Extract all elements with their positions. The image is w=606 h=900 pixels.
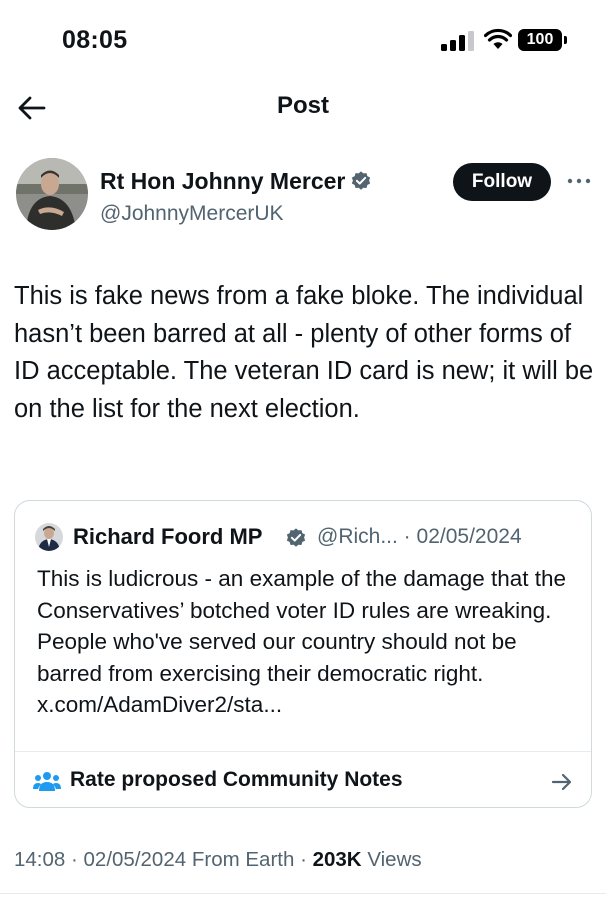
post-time[interactable]: 14:08 bbox=[14, 848, 65, 871]
battery-level: 100 bbox=[526, 31, 554, 48]
post-text: This is fake news from a fake bloke. The… bbox=[14, 282, 594, 423]
header: Post bbox=[0, 80, 606, 138]
quoted-date: 02/05/2024 bbox=[416, 525, 522, 548]
author-name-text: Rt Hon Johnny Mercer bbox=[100, 168, 346, 194]
community-notes-label: Rate proposed Community Notes bbox=[70, 768, 403, 791]
views-count[interactable]: 203K bbox=[313, 848, 362, 871]
post-date[interactable]: 02/05/2024 bbox=[84, 848, 187, 871]
people-icon bbox=[33, 772, 61, 791]
arrow-right-icon bbox=[551, 773, 572, 791]
divider bbox=[0, 893, 606, 894]
status-time: 08:05 bbox=[62, 26, 128, 54]
quoted-text: This is ludicrous - an example of the da… bbox=[37, 566, 567, 717]
page-title: Post bbox=[276, 92, 329, 119]
meta-separator: · bbox=[294, 848, 313, 871]
follow-button[interactable]: Follow bbox=[453, 163, 551, 201]
battery-icon: 100 bbox=[518, 29, 568, 51]
status-bar: 08:05 100 bbox=[0, 0, 606, 80]
verified-badge-icon bbox=[352, 171, 371, 190]
quoted-author-name: Richard Foord MP bbox=[73, 524, 263, 549]
cellular-signal-icon bbox=[441, 31, 474, 51]
quoted-meta: @Rich... · 02/05/2024 bbox=[317, 525, 522, 549]
author-name[interactable]: Rt Hon Johnny Mercer bbox=[100, 168, 372, 195]
author-handle[interactable]: @JohnnyMercerUK bbox=[100, 202, 284, 226]
wifi-icon bbox=[484, 28, 512, 49]
post-meta: 14:08 · 02/05/2024 From Earth · 203K Vie… bbox=[14, 848, 422, 872]
post-author: Rt Hon Johnny Mercer @JohnnyMercerUK Fol… bbox=[0, 154, 606, 244]
quoted-handle: @Rich... bbox=[317, 525, 398, 548]
verified-badge-icon bbox=[286, 528, 306, 547]
post-source: From Earth bbox=[191, 848, 295, 871]
avatar[interactable] bbox=[16, 158, 88, 230]
views-label: Views bbox=[367, 848, 422, 871]
quoted-avatar bbox=[35, 523, 63, 551]
battery-nub bbox=[564, 36, 567, 44]
meta-separator: · bbox=[65, 848, 84, 871]
meta-separator: · bbox=[397, 525, 417, 548]
quoted-post-header: Richard Foord MP @Rich... · 02/05/2024 bbox=[35, 521, 585, 553]
quoted-post[interactable]: Richard Foord MP @Rich... · 02/05/2024 T… bbox=[14, 500, 592, 808]
community-notes-button[interactable]: Rate proposed Community Notes bbox=[15, 751, 591, 807]
more-dots-icon[interactable] bbox=[566, 172, 592, 190]
